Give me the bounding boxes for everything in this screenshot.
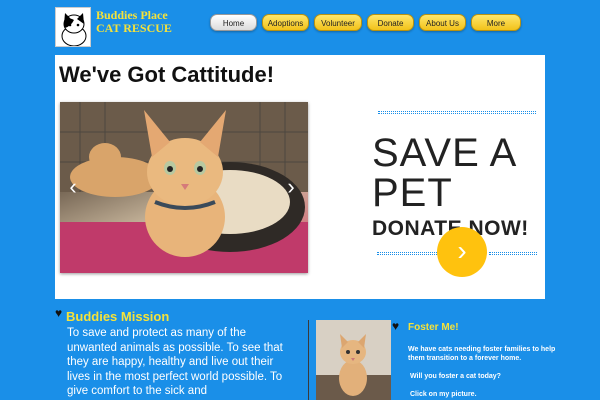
foster-text: We have cats needing foster families to … <box>408 346 556 362</box>
donate-now-button[interactable]: › <box>437 227 487 277</box>
mission-text: To save and protect as many of the unwan… <box>67 327 283 397</box>
foster-title[interactable]: Foster Me! <box>408 322 459 333</box>
heart-icon: ♥ <box>392 319 400 333</box>
slider-photo <box>60 102 308 273</box>
hero-title: We've Got Cattitude! <box>59 62 275 87</box>
site-title-line2: CAT RESCUE <box>96 21 172 35</box>
nav-donate[interactable]: Donate <box>367 14 414 31</box>
section-divider <box>308 320 309 400</box>
site-title[interactable]: Buddies Place CAT RESCUE <box>96 9 172 35</box>
logo-image[interactable] <box>55 7 91 47</box>
foster-click-text: Click on my picture. <box>410 391 477 398</box>
mission-title: Buddies Mission <box>66 309 170 324</box>
nav-volunteer[interactable]: Volunteer <box>314 14 362 31</box>
divider-dots <box>378 111 536 114</box>
foster-question: Will you foster a cat today? <box>410 373 501 380</box>
nav-about-us[interactable]: About Us <box>419 14 466 31</box>
nav-home[interactable]: Home <box>210 14 257 31</box>
nav-adoptions[interactable]: Adoptions <box>262 14 309 31</box>
slider-prev-button[interactable]: ‹ <box>66 174 80 200</box>
nav-more[interactable]: More <box>471 14 521 31</box>
image-slider[interactable]: ‹ › <box>60 102 308 273</box>
divider-dots <box>377 252 437 255</box>
hero-panel: We've Got Cattitude! ‹ › SAVE A PET DONA… <box>55 55 545 299</box>
promo-line2: PET <box>372 171 453 215</box>
foster-cat-photo[interactable] <box>316 320 391 400</box>
heart-icon: ♥ <box>55 306 63 320</box>
divider-dots <box>489 252 537 255</box>
slider-next-button[interactable]: › <box>284 174 298 200</box>
promo-line1: SAVE A <box>372 131 518 175</box>
main-nav: Home Adoptions Volunteer Donate About Us… <box>210 14 521 31</box>
